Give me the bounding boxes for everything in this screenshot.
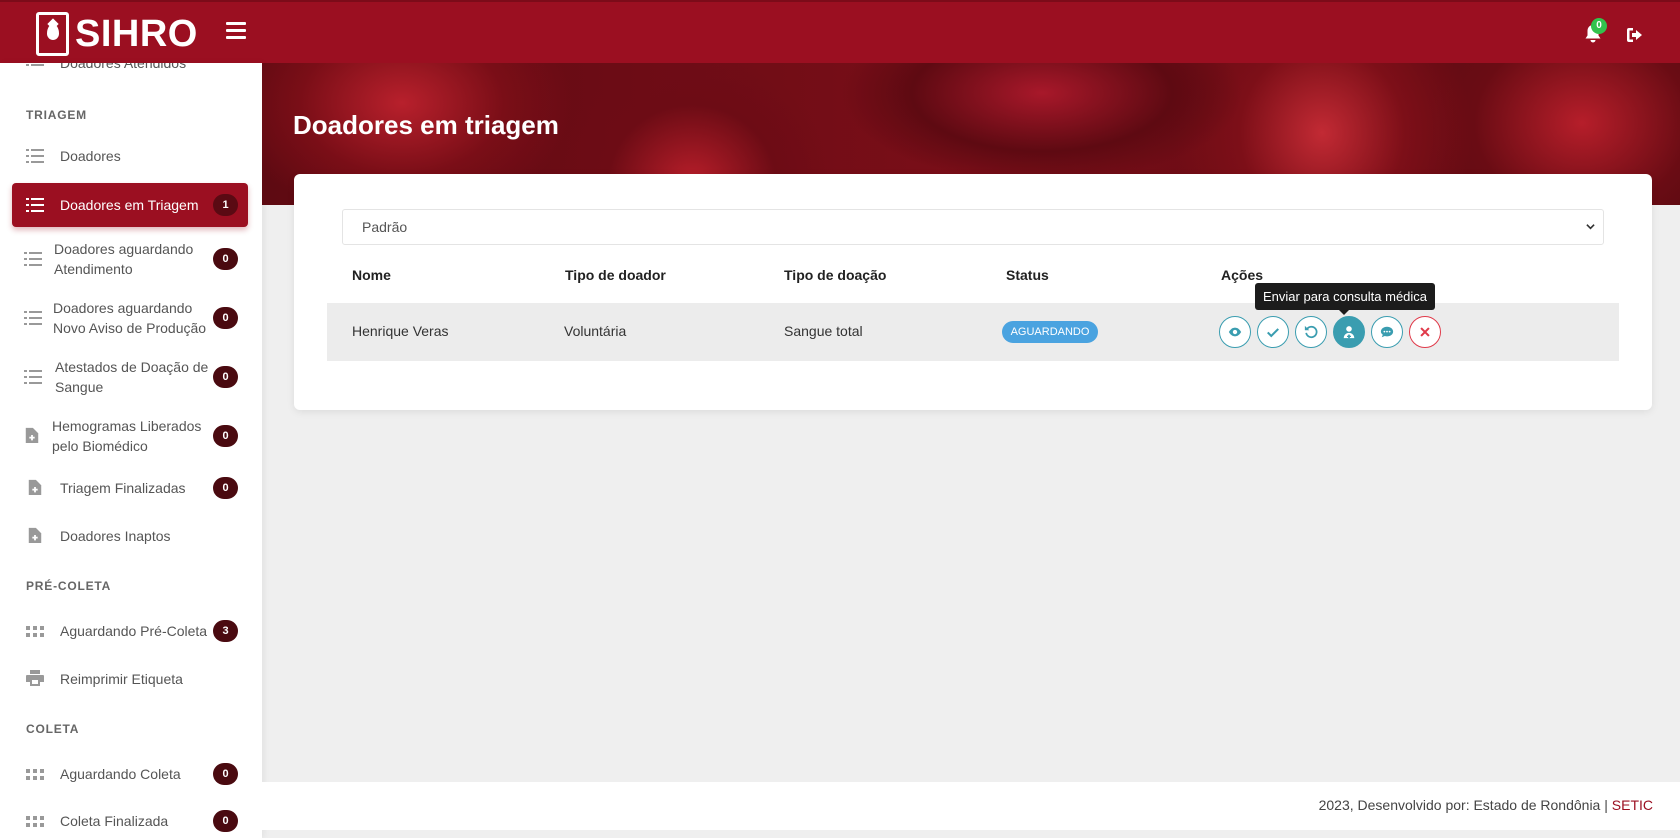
cell-nome: Henrique Veras	[352, 323, 449, 339]
comment-button[interactable]	[1371, 316, 1403, 348]
section-pre-coleta: PRÉ-COLETA	[26, 579, 112, 593]
grid-icon	[26, 626, 44, 637]
sidebar-item-label: Coleta Finalizada	[60, 813, 169, 829]
sidebar-item-label: Hemogramas Liberados pelo Biomédico	[52, 418, 202, 454]
user-doctor-icon	[1343, 326, 1355, 339]
grid-icon	[26, 816, 44, 827]
sidebar-item-reimprimir-etiqueta[interactable]: Reimprimir Etiqueta	[12, 658, 248, 700]
sidebar-item-doadores[interactable]: Doadores	[12, 135, 248, 177]
column-header-tipo-doador: Tipo de doador	[565, 267, 666, 283]
logo[interactable]: SIHRO	[36, 12, 198, 56]
count-badge: 1	[213, 194, 238, 216]
count-badge: 0	[213, 763, 238, 785]
list-icon	[24, 370, 42, 384]
cell-tipo-doador: Voluntária	[564, 323, 627, 339]
cell-tipo-doacao: Sangue total	[784, 323, 863, 339]
reject-button[interactable]	[1409, 316, 1441, 348]
sidebar-item-coleta-finalizada[interactable]: Coleta Finalizada 0	[12, 800, 248, 838]
footer-text: 2023, Desenvolvido por: Estado de Rondôn…	[1319, 797, 1653, 813]
top-bar: SIHRO 0	[0, 0, 1680, 63]
count-badge: 0	[213, 477, 238, 499]
view-button[interactable]	[1219, 316, 1251, 348]
sidebar-item-label: Doadores Atendidos	[60, 63, 187, 71]
logo-text: SIHRO	[75, 13, 198, 55]
notification-badge: 0	[1591, 18, 1607, 34]
section-triagem: TRIAGEM	[26, 108, 87, 122]
tooltip: Enviar para consulta médica	[1255, 283, 1436, 315]
close-icon	[1420, 327, 1430, 337]
menu-toggle-icon[interactable]	[226, 22, 246, 40]
count-badge: 0	[213, 366, 238, 388]
list-icon	[26, 64, 44, 66]
approve-button[interactable]	[1257, 316, 1289, 348]
section-coleta: COLETA	[26, 722, 80, 736]
column-header-acoes: Ações	[1221, 267, 1264, 283]
logout-icon[interactable]	[1626, 26, 1646, 44]
sidebar-item-label: Doadores aguardando Atendimento	[54, 241, 194, 277]
count-badge: 0	[213, 248, 238, 270]
filter-select[interactable]: Padrão	[342, 209, 1604, 245]
sidebar-item-aguardando-pre-coleta[interactable]: Aguardando Pré-Coleta 3	[12, 610, 248, 652]
table-row: Henrique Veras Voluntária Sangue total A…	[327, 303, 1619, 361]
column-header-nome: Nome	[352, 267, 391, 283]
page-title: Doadores em triagem	[293, 110, 559, 140]
undo-icon	[1304, 325, 1318, 339]
sidebar-item-atestados-doacao[interactable]: Atestados de Doação de Sangue 0	[12, 351, 248, 403]
undo-button[interactable]	[1295, 316, 1327, 348]
count-badge: 3	[213, 620, 238, 642]
footer-link-setic[interactable]: SETIC	[1612, 797, 1653, 813]
file-medical-icon	[25, 427, 39, 443]
count-badge: 0	[213, 425, 238, 447]
list-icon	[24, 311, 42, 325]
column-header-tipo-doacao: Tipo de doação	[784, 267, 887, 283]
blood-drop-icon	[36, 12, 69, 56]
sidebar-item-label: Reimprimir Etiqueta	[60, 671, 183, 687]
sidebar-item-doadores-inaptos[interactable]: Doadores Inaptos	[12, 515, 248, 557]
footer-credit: 2023, Desenvolvido por: Estado de Rondôn…	[1318, 797, 1612, 813]
list-icon	[24, 252, 42, 266]
chevron-down-icon	[1586, 224, 1595, 230]
column-header-status: Status	[1006, 267, 1049, 283]
grid-icon	[26, 769, 44, 780]
content-card: Padrão Nome Tipo de doador Tipo de doaçã…	[294, 174, 1652, 410]
filter-selected-value: Padrão	[362, 219, 408, 235]
sidebar-item-label: Doadores aguardando Novo Aviso de Produçã…	[53, 300, 207, 336]
sidebar-item-doadores-em-triagem[interactable]: Doadores em Triagem 1	[12, 183, 248, 227]
footer: 2023, Desenvolvido por: Estado de Rondôn…	[262, 782, 1680, 830]
sidebar-item-label: Doadores em Triagem	[60, 197, 199, 213]
sidebar-item-label: Triagem Finalizadas	[60, 480, 186, 496]
list-icon	[26, 198, 44, 212]
sidebar-item-label: Aguardando Pré-Coleta	[60, 623, 208, 639]
sidebar-item-label: Atestados de Doação de Sangue	[55, 359, 209, 395]
sidebar-item-label: Doadores	[60, 148, 121, 164]
printer-icon	[26, 670, 44, 686]
sidebar-item-aguardando-coleta[interactable]: Aguardando Coleta 0	[12, 753, 248, 795]
check-icon	[1267, 328, 1279, 338]
file-medical-icon	[28, 527, 42, 543]
comment-dots-icon	[1380, 326, 1394, 338]
sidebar-item-label: Aguardando Coleta	[60, 766, 181, 782]
sidebar-item-hemogramas-liberados[interactable]: Hemogramas Liberados pelo Biomédico 0	[12, 410, 248, 462]
sidebar-item-triagem-finalizadas[interactable]: Triagem Finalizadas 0	[12, 467, 248, 509]
sidebar-item-label: Doadores Inaptos	[60, 528, 171, 544]
sidebar-item-novo-aviso-producao[interactable]: Doadores aguardando Novo Aviso de Produçã…	[12, 292, 248, 344]
count-badge: 0	[213, 810, 238, 832]
sidebar-item-aguardando-atendimento[interactable]: Doadores aguardando Atendimento 0	[12, 233, 248, 285]
send-to-medical-consultation-button[interactable]	[1333, 316, 1365, 348]
status-badge: AGUARDANDO	[1002, 321, 1098, 343]
eye-icon	[1228, 327, 1242, 337]
count-badge: 0	[213, 307, 238, 329]
list-icon	[26, 149, 44, 163]
sidebar-item-doadores-atendidos[interactable]: Doadores Atendidos	[12, 63, 248, 81]
sidebar: Doadores Atendidos TRIAGEM Doadores Doad…	[0, 63, 262, 838]
file-medical-icon	[28, 479, 42, 495]
